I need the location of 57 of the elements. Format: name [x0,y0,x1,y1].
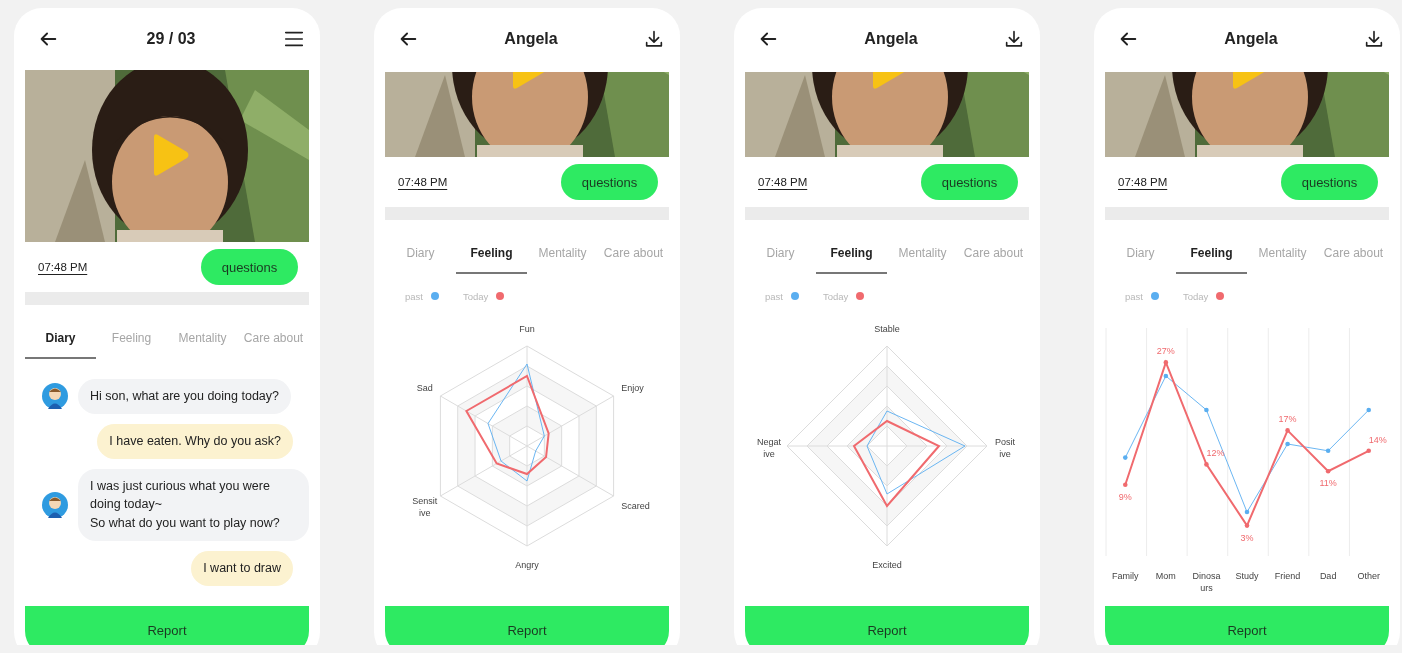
screen-title: Angela [864,30,918,48]
message-bubble: I was just curious what you were doing today~ So what do you want to play now? [78,468,309,541]
legend-label: Today [462,290,489,302]
download-icon[interactable] [1003,28,1025,50]
axis-label: Sad [416,383,433,393]
message-bubble: Hi son, what are you doing today? [78,379,291,414]
category-label: Family [1112,571,1139,581]
tab[interactable]: Feeling [816,234,887,274]
report-button[interactable]: Report [745,606,1029,645]
value-label: 11% [1319,478,1337,489]
download-icon[interactable] [1363,28,1385,50]
value-label: 12% [1206,448,1225,459]
axis-label: Sensit ive [412,496,438,518]
category-label: Friend [1274,571,1301,581]
time-label: 07:48 PM [398,176,448,188]
category-label: Mom [1155,571,1176,581]
legend-label: Today [822,290,849,302]
axis-label: Excited [872,560,902,570]
download-icon[interactable] [643,28,665,50]
value-label: 14% [1368,434,1387,445]
message-bubble: I have eaten. Why do you ask? [97,423,293,459]
legend-label: past [765,290,783,302]
questions-button[interactable]: questions [921,164,1018,200]
value-label: 27% [1156,346,1175,357]
questions-button[interactable]: questions [201,249,298,285]
axis-label: Scared [621,501,650,511]
category-label: Study [1235,571,1259,581]
value-label: 17% [1278,414,1297,425]
value-label: 3% [1240,532,1254,543]
category-label: Other [1357,571,1380,581]
legend-label: Today [1182,290,1209,302]
axis-label: Enjoy [621,383,644,393]
axis-label: Fun [519,324,535,334]
report-button[interactable]: Report [25,606,309,645]
legend-label: past [1125,290,1143,302]
category-label: Dinosa urs [1192,571,1221,593]
questions-button[interactable]: questions [1281,164,1378,200]
axis-label: Negat ive [757,437,781,459]
tab[interactable]: Diary [25,319,96,359]
questions-button[interactable]: questions [561,164,658,200]
tab[interactable]: Feeling [1176,234,1247,274]
axis-label: Angry [515,560,539,570]
axis-label: Stable [874,324,900,334]
value-label: 9% [1118,491,1132,502]
time-label: 07:48 PM [758,176,808,188]
screen-title: Angela [1224,30,1278,48]
axis-label: Posit ive [995,437,1015,459]
legend-label: past [405,290,423,302]
time-label: 07:48 PM [38,261,88,273]
tab[interactable]: Feeling [456,234,527,274]
report-button[interactable]: Report [385,606,669,645]
screen-title: 29 / 03 [146,30,196,48]
message-bubble: I want to draw [191,550,293,586]
time-label: 07:48 PM [1118,176,1168,188]
screen-title: Angela [504,30,558,48]
report-button[interactable]: Report [1105,606,1389,645]
category-label: Dad [1319,571,1337,581]
